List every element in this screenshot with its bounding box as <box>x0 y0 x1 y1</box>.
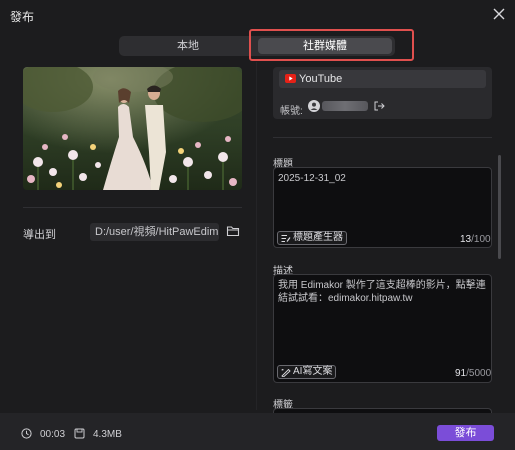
title-value: 2025-12-31_02 <box>278 173 346 184</box>
title-generator-button[interactable]: 標題產生器 <box>277 231 347 245</box>
scrollbar[interactable] <box>498 155 501 259</box>
logout-icon[interactable] <box>373 100 385 112</box>
close-button[interactable] <box>491 6 507 22</box>
title-char-count: 13/100 <box>460 234 491 245</box>
ai-copywriting-button[interactable]: AI寫文案 <box>277 365 337 379</box>
description-char-count: 91/5000 <box>455 368 492 379</box>
video-thumbnail <box>23 67 242 190</box>
divider <box>273 137 492 138</box>
tab-group: 本地 社群媒體 <box>119 36 395 56</box>
tab-social-media[interactable]: 社群媒體 <box>258 38 392 54</box>
duration: 00:03 <box>40 429 66 440</box>
clock-icon <box>21 428 32 439</box>
close-icon <box>493 8 505 20</box>
divider <box>23 207 242 208</box>
description-value: 我用 Edimakor 製作了這支超棒的影片，點擊連結試試看：edimakor.… <box>278 280 486 304</box>
platform-name: YouTube <box>299 73 343 85</box>
export-path-field[interactable]: D:/user/視頻/HitPawEdimakor <box>90 223 219 241</box>
storage-icon <box>74 428 85 439</box>
file-size: 4.3MB <box>93 429 122 440</box>
account-label: 帳號: <box>280 106 303 117</box>
account-name-blurred <box>322 101 368 111</box>
publish-button[interactable]: 發布 <box>437 425 494 441</box>
export-label: 導出到 <box>23 229 56 241</box>
window-title: 發布 <box>10 10 35 24</box>
video-preview[interactable] <box>23 67 242 190</box>
tab-local[interactable]: 本地 <box>121 38 255 54</box>
list-edit-icon <box>281 235 291 242</box>
ai-copywriting-label: AI寫文案 <box>293 366 333 377</box>
user-icon <box>310 102 318 110</box>
title-generator-label: 標題產生器 <box>293 232 343 243</box>
folder-icon[interactable] <box>226 224 240 238</box>
youtube-icon <box>285 74 296 83</box>
avatar <box>308 100 320 112</box>
magic-pen-icon <box>281 368 291 377</box>
panel-divider <box>256 62 257 410</box>
title-bar: 發布 <box>0 0 515 28</box>
